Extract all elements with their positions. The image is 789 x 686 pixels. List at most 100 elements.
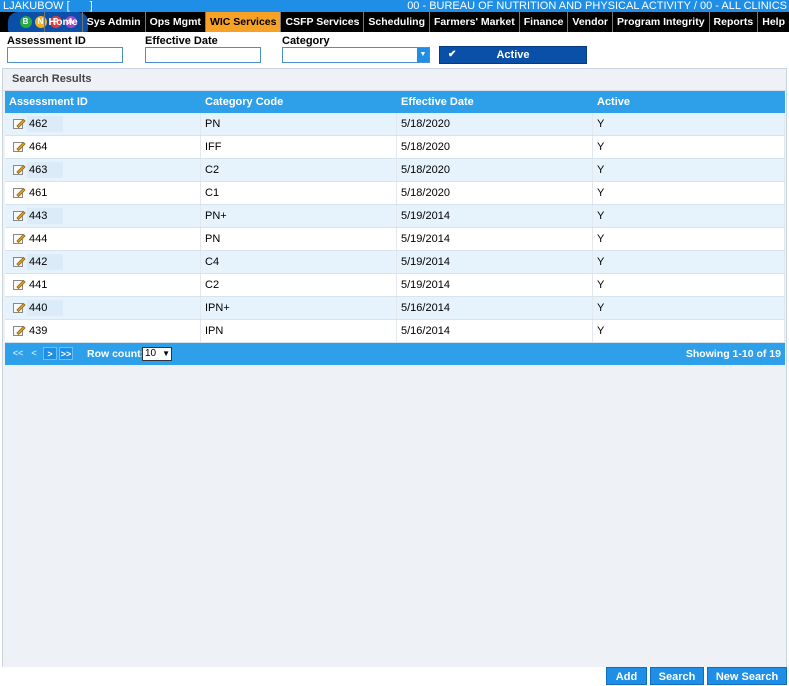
active-cell: Y: [593, 182, 785, 204]
table-row[interactable]: 439 IPN 5/16/2014 Y: [5, 320, 785, 343]
search-results-panel: Search Results Assessment ID Category Co…: [2, 68, 787, 685]
category-select[interactable]: ▼: [282, 47, 430, 63]
edit-icon[interactable]: [13, 141, 26, 153]
category-code-cell: PN: [201, 228, 397, 250]
nav-help[interactable]: Help: [757, 12, 789, 32]
session-bar: LJAKUBOW [] 00 - BUREAU OF NUTRITION AND…: [0, 0, 789, 12]
category-code-cell: C2: [201, 274, 397, 296]
header-bar: B N P A Home Sys Admin Ops Mgmt WIC Serv…: [0, 12, 789, 32]
new-search-button[interactable]: New Search: [707, 667, 787, 685]
row-count-select[interactable]: 10 ▼: [142, 347, 172, 361]
edit-icon[interactable]: [13, 279, 26, 291]
active-cell: Y: [593, 297, 785, 319]
next-page-button[interactable]: >: [43, 347, 57, 360]
checkmark-icon: ✔: [448, 49, 457, 60]
nav-scheduling[interactable]: Scheduling: [363, 12, 429, 32]
active-cell: Y: [593, 205, 785, 227]
category-code-cell: IPN: [201, 320, 397, 342]
assessment-id-cell: 462: [27, 116, 63, 132]
assessment-id-cell: 464: [29, 141, 48, 153]
active-cell: Y: [593, 159, 785, 181]
assessment-id-cell: 439: [29, 325, 48, 337]
last-page-button[interactable]: >>: [59, 347, 73, 360]
table-row[interactable]: 464 IFF 5/18/2020 Y: [5, 136, 785, 159]
table-row[interactable]: 461 C1 5/18/2020 Y: [5, 182, 785, 205]
first-page-button[interactable]: <<: [11, 347, 25, 360]
active-cell: Y: [593, 251, 785, 273]
edit-icon[interactable]: [13, 233, 26, 245]
table-row[interactable]: 440 IPN+ 5/16/2014 Y: [5, 297, 785, 320]
effective-date-cell: 5/19/2014: [397, 274, 593, 296]
column-header-category-code[interactable]: Category Code: [201, 91, 397, 113]
active-toggle-button[interactable]: ✔ Active: [439, 46, 587, 64]
assessment-id-cell: 461: [29, 187, 48, 199]
column-header-active[interactable]: Active: [593, 91, 785, 113]
agency-info: 00 - BUREAU OF NUTRITION AND PHYSICAL AC…: [407, 0, 787, 12]
effective-date-cell: 5/16/2014: [397, 297, 593, 319]
category-code-cell: IFF: [201, 136, 397, 158]
column-header-effective-date[interactable]: Effective Date: [397, 91, 593, 113]
edit-icon[interactable]: [13, 302, 26, 314]
edit-icon[interactable]: [13, 118, 26, 130]
table-row[interactable]: 462 PN 5/18/2020 Y: [5, 113, 785, 136]
effective-date-cell: 5/16/2014: [397, 320, 593, 342]
nav-sys-admin[interactable]: Sys Admin: [81, 12, 145, 32]
user-info: LJAKUBOW []: [3, 0, 93, 12]
search-filters: Assessment ID Effective Date Category ▼: [0, 32, 789, 68]
assessment-id-cell: 442: [27, 254, 63, 270]
nav-program-integrity[interactable]: Program Integrity: [612, 12, 709, 32]
assessment-id-cell: 463: [27, 162, 63, 178]
nav-csfp-services[interactable]: CSFP Services: [280, 12, 363, 32]
main-nav: Home Sys Admin Ops Mgmt WIC Services CSF…: [43, 12, 789, 32]
search-button[interactable]: Search: [650, 667, 704, 685]
effective-date-cell: 5/19/2014: [397, 251, 593, 273]
category-code-cell: C1: [201, 182, 397, 204]
assessment-id-cell: 441: [29, 279, 48, 291]
table-row[interactable]: 441 C2 5/19/2014 Y: [5, 274, 785, 297]
nav-farmers-market[interactable]: Farmers' Market: [429, 12, 519, 32]
effective-date-input[interactable]: [145, 47, 261, 63]
effective-date-cell: 5/18/2020: [397, 113, 593, 135]
nav-home[interactable]: Home: [43, 12, 82, 32]
edit-icon[interactable]: [13, 256, 26, 268]
effective-date-cell: 5/18/2020: [397, 182, 593, 204]
active-cell: Y: [593, 320, 785, 342]
table-row[interactable]: 463 C2 5/18/2020 Y: [5, 159, 785, 182]
edit-icon[interactable]: [13, 164, 26, 176]
table-row[interactable]: 444 PN 5/19/2014 Y: [5, 228, 785, 251]
row-count-label: Row count:: [87, 348, 145, 360]
chevron-down-icon: ▼: [162, 349, 170, 358]
edit-icon[interactable]: [13, 187, 26, 199]
active-cell: Y: [593, 228, 785, 250]
user-bracket-close: ]: [89, 0, 93, 12]
chevron-down-icon[interactable]: ▼: [417, 48, 429, 62]
search-results-title: Search Results: [3, 69, 786, 91]
row-count-value: 10: [145, 348, 157, 359]
assessment-id-input[interactable]: [7, 47, 123, 63]
nav-ops-mgmt[interactable]: Ops Mgmt: [144, 12, 205, 32]
grid-header: Assessment ID Category Code Effective Da…: [5, 91, 785, 113]
prev-page-button[interactable]: <: [27, 347, 41, 360]
active-cell: Y: [593, 274, 785, 296]
add-button[interactable]: Add: [606, 667, 647, 685]
edit-icon[interactable]: [13, 210, 26, 222]
nav-vendor[interactable]: Vendor: [567, 12, 612, 32]
effective-date-cell: 5/18/2020: [397, 159, 593, 181]
effective-date-cell: 5/19/2014: [397, 205, 593, 227]
user-name: LJAKUBOW [: [3, 0, 70, 12]
nav-wic-services[interactable]: WIC Services: [204, 12, 281, 32]
table-row[interactable]: 443 PN+ 5/19/2014 Y: [5, 205, 785, 228]
category-code-cell: PN+: [201, 205, 397, 227]
table-row[interactable]: 442 C4 5/19/2014 Y: [5, 251, 785, 274]
nav-finance[interactable]: Finance: [518, 12, 568, 32]
action-bar: Add Search New Search: [0, 667, 789, 686]
edit-icon[interactable]: [13, 325, 26, 337]
category-code-cell: IPN+: [201, 297, 397, 319]
column-header-assessment-id[interactable]: Assessment ID: [5, 91, 201, 113]
active-cell: Y: [593, 136, 785, 158]
active-toggle-label: Active: [496, 49, 530, 61]
nav-reports[interactable]: Reports: [708, 12, 758, 32]
effective-date-cell: 5/19/2014: [397, 228, 593, 250]
assessment-id-cell: 443: [27, 208, 63, 224]
assessment-id-cell: 440: [27, 300, 63, 316]
